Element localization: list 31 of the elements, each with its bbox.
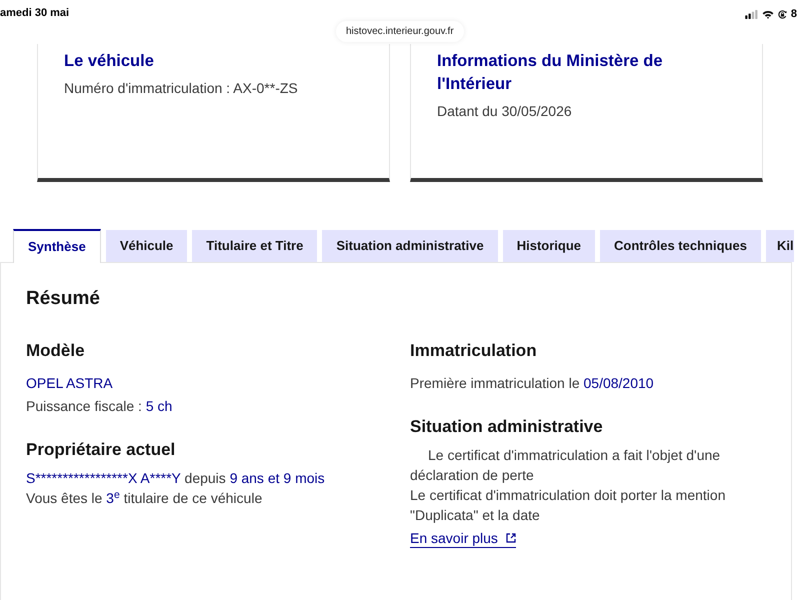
tab[interactable]: Historique: [502, 230, 596, 262]
info-text: Le certificat d'immatriculation doit porter la mention "Duplicata" et la date: [410, 486, 726, 525]
status-date: amedi 30 mai: [0, 6, 70, 20]
address-bar[interactable]: histovec.interieur.gouv.fr: [336, 21, 464, 42]
info-text: OPEL ASTRA: [26, 374, 114, 393]
info-text: S*****************X A****Y depuis 9 ans et 9 mois: [26, 469, 326, 488]
rotation-lock-icon: [778, 10, 787, 18]
info-text: Puissance fiscale : 5 ch: [26, 397, 174, 416]
section-title: Résumé: [26, 287, 101, 311]
tab[interactable]: Kil: [766, 230, 794, 262]
tab[interactable]: Titulaire et Titre: [192, 230, 318, 262]
card-title: Informations du Ministère de l'Intérieur: [437, 51, 664, 95]
info-text: Première immatriculation le 05/08/2010: [410, 374, 655, 393]
info-text: Vous êtes le 3$^{e}$ titulaire de ce véhicule: [26, 488, 264, 508]
wifi-icon: [762, 10, 774, 18]
tab[interactable]: Véhicule: [106, 230, 188, 262]
card-title: Le véhicule: [64, 51, 155, 72]
section-heading: Immatriculation: [410, 340, 538, 362]
card-text: Numéro d'immatriculation : AX-0**-ZS: [64, 79, 299, 98]
section-heading: Modèle: [26, 340, 86, 362]
tab[interactable]: Contrôles techniques: [600, 230, 761, 262]
info-text: Le certificat d'immatriculation a fait l'objet d'une déclaration de perte: [410, 446, 722, 485]
section-heading: Propriétaire actuel: [26, 439, 176, 461]
more-info-link[interactable]: En savoir plus: [410, 529, 516, 548]
tab[interactable]: Synthèse: [13, 229, 101, 263]
signal-icon: [744, 10, 758, 18]
external-link-icon: [506, 533, 516, 543]
tab[interactable]: Situation administrative: [322, 230, 498, 262]
section-heading: Situation administrative: [410, 416, 604, 438]
battery-percent: 8: [790, 7, 797, 21]
card-text: Datant du 30/05/2026: [437, 102, 573, 121]
